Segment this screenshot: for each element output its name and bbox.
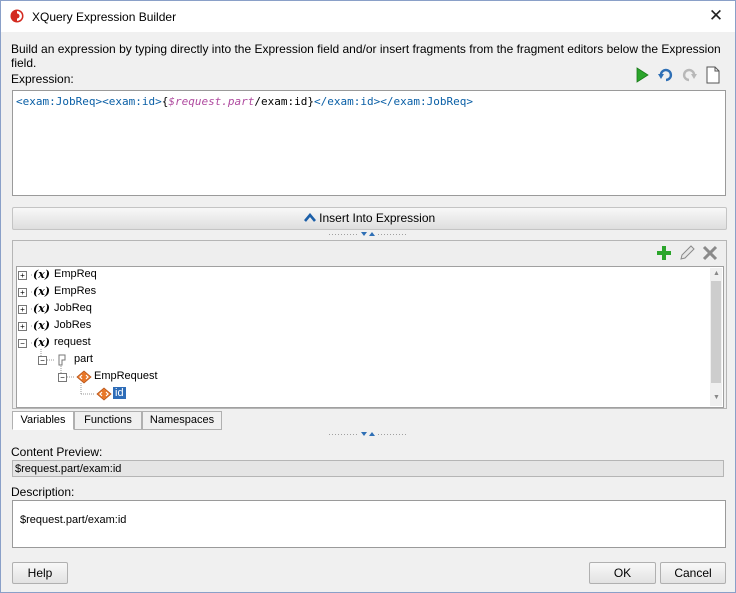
insert-into-expression-button[interactable]: Insert Into Expression [12,207,727,230]
tree-item-empreq[interactable]: EmpReq [54,268,97,285]
tab-variables[interactable]: Variables [12,411,74,430]
expr-variable: $request.part [168,95,255,108]
content-preview-label: Content Preview: [11,445,103,459]
expand-toggle[interactable]: + [18,305,27,314]
delete-icon[interactable] [702,245,718,261]
app-icon [10,9,24,23]
variables-tree[interactable]: + (x) EmpReq + (x) EmpRes + (x) JobReq +… [16,266,724,408]
description-label: Description: [11,485,75,499]
content-preview-field: $request.part/exam:id [12,460,724,477]
variable-icon: (x) [33,319,50,332]
tree-item-empres[interactable]: EmpRes [54,285,96,302]
redo-icon[interactable] [680,66,698,84]
element-icon [76,370,92,384]
tree-item-id-selected[interactable]: id [113,387,126,404]
expr-path: /exam:id [254,95,308,108]
part-icon [58,354,66,366]
tree-item-part[interactable]: part [74,353,93,370]
tree-item-request[interactable]: request [54,336,91,353]
tree-item-id-label: id [113,387,126,399]
variable-icon: (x) [33,268,50,281]
tab-namespaces[interactable]: Namespaces [142,411,222,430]
scroll-up-icon[interactable]: ▲ [713,270,720,277]
expression-field[interactable]: <exam:JobReq><exam:id>{$request.part/exa… [12,90,726,196]
description-text: $request.part/exam:id [20,514,127,526]
expand-toggle[interactable]: + [18,271,27,280]
xquery-builder-dialog: XQuery Expression Builder ✕ Build an exp… [0,0,736,593]
run-icon[interactable] [633,66,651,84]
instructions-text: Build an expression by typing directly i… [11,42,721,70]
element-icon [96,387,112,401]
tree-item-jobres[interactable]: JobRes [54,319,91,336]
tree-scrollbar[interactable]: ▲ ▼ [710,268,722,406]
tree-item-emprequest[interactable]: EmpRequest [94,370,158,387]
add-icon[interactable] [656,245,672,261]
ok-button[interactable]: OK [589,562,656,584]
tab-functions[interactable]: Functions [74,411,142,430]
collapse-toggle[interactable]: − [18,339,27,348]
expr-close-tags: </exam:id></exam:JobReq> [314,95,473,108]
variable-icon: (x) [33,336,50,349]
expr-open-tags: <exam:JobReq><exam:id> [16,95,162,108]
splitter-handle-bottom[interactable] [329,432,409,437]
help-button[interactable]: Help [12,562,68,584]
collapse-toggle[interactable]: − [58,373,67,382]
fragment-editor-panel: + (x) EmpReq + (x) EmpRes + (x) JobReq +… [12,240,727,409]
cancel-button[interactable]: Cancel [660,562,726,584]
close-icon: ✕ [708,6,724,25]
expand-toggle[interactable]: + [18,288,27,297]
undo-icon[interactable] [657,66,675,84]
expression-label: Expression: [11,72,74,86]
title-bar: XQuery Expression Builder ✕ [1,1,735,32]
scroll-down-icon[interactable]: ▼ [713,394,720,401]
description-field: $request.part/exam:id [12,500,726,548]
close-button[interactable]: ✕ [705,6,727,26]
edit-pencil-icon[interactable] [679,245,695,261]
variable-icon: (x) [33,285,50,298]
collapse-toggle[interactable]: − [38,356,47,365]
chevron-up-icon [303,212,316,222]
splitter-handle-top[interactable] [329,232,409,237]
expression-text: <exam:JobReq><exam:id>{$request.part/exa… [16,95,473,108]
scroll-thumb[interactable] [711,281,721,383]
tree-item-jobreq[interactable]: JobReq [54,302,92,319]
window-title: XQuery Expression Builder [32,10,177,24]
insert-into-expression-label: Insert Into Expression [319,211,436,225]
expand-toggle[interactable]: + [18,322,27,331]
variable-icon: (x) [33,302,50,315]
new-document-icon[interactable] [704,66,722,84]
